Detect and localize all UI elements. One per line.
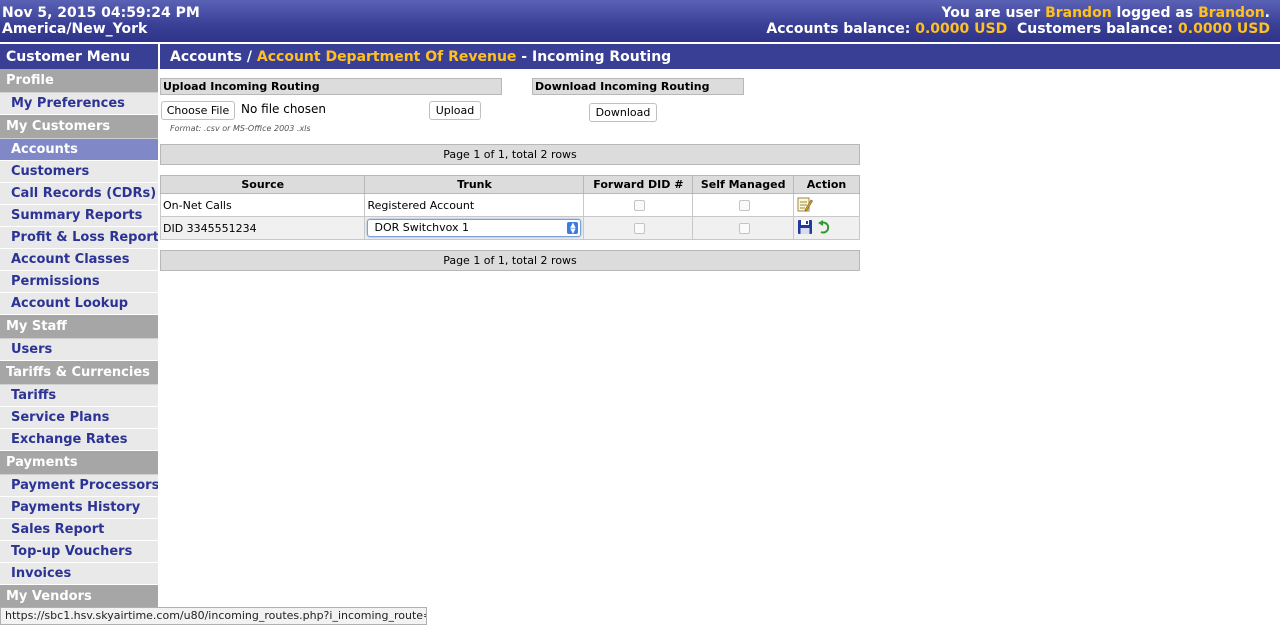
top-bar: Nov 5, 2015 04:59:24 PM America/New_York… xyxy=(0,0,1280,42)
breadcrumb-account-link[interactable]: Account Department Of Revenue xyxy=(257,49,517,65)
sidebar-item-summary-reports[interactable]: Summary Reports xyxy=(0,205,158,227)
accounts-balance-value: 0.0000 USD xyxy=(915,21,1008,37)
col-header-forward-did: Forward DID # xyxy=(583,175,694,194)
sidebar-item-my-preferences[interactable]: My Preferences xyxy=(0,93,158,115)
choose-file-button[interactable]: Choose File xyxy=(161,101,235,120)
forward-did-checkbox[interactable] xyxy=(633,223,645,234)
select-arrows-icon: ▲ ▼ xyxy=(567,222,579,235)
sidebar-section-my-vendors: My Vendors xyxy=(0,585,158,609)
sidebar-item-exchange-rates[interactable]: Exchange Rates xyxy=(0,429,158,451)
sidebar-item-invoices[interactable]: Invoices xyxy=(0,563,158,585)
cell-action xyxy=(793,216,860,240)
table-header-row: Source Trunk Forward DID # Self Managed … xyxy=(159,175,860,194)
self-managed-checkbox[interactable] xyxy=(738,223,750,234)
logged-user-name: Brandon xyxy=(1198,5,1265,21)
forward-did-checkbox[interactable] xyxy=(633,200,645,211)
self-managed-checkbox[interactable] xyxy=(738,200,750,211)
user-info-block: You are user Brandon logged as Brandon. … xyxy=(766,5,1270,37)
sidebar-section-payments: Payments xyxy=(0,451,158,475)
user-name: Brandon xyxy=(1045,5,1112,21)
cell-forward-did xyxy=(583,193,694,217)
sidebar-item-sales-report[interactable]: Sales Report xyxy=(0,519,158,541)
table-row: On-Net Calls Registered Account xyxy=(159,193,860,217)
sidebar-item-payment-processors[interactable]: Payment Processors xyxy=(0,475,158,497)
sidebar-item-permissions[interactable]: Permissions xyxy=(0,271,158,293)
format-hint: Format: .csv or MS-Office 2003 .xls xyxy=(170,124,311,133)
sidebar-section-tariffs: Tariffs & Currencies xyxy=(0,361,158,385)
cell-trunk: DOR Switchvox 1 ▲ ▼ xyxy=(364,216,585,240)
cell-forward-did xyxy=(583,216,694,240)
sidebar-item-account-lookup[interactable]: Account Lookup xyxy=(0,293,158,315)
sidebar-item-tariffs[interactable]: Tariffs xyxy=(0,385,158,407)
browser-status-url: https://sbc1.hsv.skyairtime.com/u80/inco… xyxy=(0,607,427,625)
pager-bottom: Page 1 of 1, total 2 rows xyxy=(160,250,860,271)
timezone: America/New_York xyxy=(2,21,148,37)
table-row: DID 3345551234 DOR Switchvox 1 ▲ ▼ xyxy=(159,216,860,240)
sidebar-section-profile: Profile xyxy=(0,69,158,93)
sidebar-item-call-records[interactable]: Call Records (CDRs) xyxy=(0,183,158,205)
routing-table: Source Trunk Forward DID # Self Managed … xyxy=(159,175,860,240)
user-line: You are user Brandon logged as Brandon. xyxy=(766,5,1270,21)
cell-source: DID 3345551234 xyxy=(159,216,366,240)
logged-as-text: logged as xyxy=(1111,5,1199,21)
sidebar-item-payments-history[interactable]: Payments History xyxy=(0,497,158,519)
customers-balance-label: Customers balance: xyxy=(1016,21,1179,37)
download-button[interactable]: Download xyxy=(589,103,657,122)
col-header-self-managed: Self Managed xyxy=(692,175,795,194)
sidebar-item-users[interactable]: Users xyxy=(0,339,158,361)
current-datetime: Nov 5, 2015 04:59:24 PM xyxy=(2,5,200,21)
sidebar-item-accounts[interactable]: Accounts xyxy=(0,139,158,161)
page-header: Accounts / Account Department Of Revenue… xyxy=(160,44,1280,69)
download-section-title: Download Incoming Routing xyxy=(532,78,744,95)
sidebar-item-service-plans[interactable]: Service Plans xyxy=(0,407,158,429)
page-title: - Incoming Routing xyxy=(516,49,672,65)
sidebar: Customer Menu Profile My Preferences My … xyxy=(0,44,158,625)
upload-button[interactable]: Upload xyxy=(429,101,481,120)
cell-action xyxy=(793,193,860,217)
customers-balance-value: 0.0000 USD xyxy=(1178,21,1270,37)
trunk-select-value: DOR Switchvox 1 xyxy=(374,221,470,234)
period: . xyxy=(1264,5,1270,21)
upload-section-title: Upload Incoming Routing xyxy=(160,78,502,95)
edit-icon[interactable] xyxy=(797,196,813,215)
trunk-select[interactable]: DOR Switchvox 1 ▲ ▼ xyxy=(367,219,582,237)
cell-self-managed xyxy=(692,216,795,240)
sidebar-section-my-customers: My Customers xyxy=(0,115,158,139)
cell-self-managed xyxy=(692,193,795,217)
datetime-block: Nov 5, 2015 04:59:24 PM America/New_York xyxy=(2,5,200,37)
col-header-trunk: Trunk xyxy=(364,175,585,194)
breadcrumb-separator: / xyxy=(242,49,257,65)
sidebar-title: Customer Menu xyxy=(0,44,158,69)
sidebar-item-topup-vouchers[interactable]: Top-up Vouchers xyxy=(0,541,158,563)
sidebar-item-customers[interactable]: Customers xyxy=(0,161,158,183)
pager-top: Page 1 of 1, total 2 rows xyxy=(160,144,860,165)
cell-source: On-Net Calls xyxy=(159,193,366,217)
col-header-source: Source xyxy=(159,175,366,194)
user-prefix: You are user xyxy=(941,5,1046,21)
save-icon[interactable] xyxy=(797,219,813,238)
col-header-action: Action xyxy=(793,175,860,194)
sidebar-item-account-classes[interactable]: Account Classes xyxy=(0,249,158,271)
breadcrumb-accounts[interactable]: Accounts xyxy=(170,49,242,65)
sidebar-item-profit-loss[interactable]: Profit & Loss Report xyxy=(0,227,158,249)
undo-icon[interactable] xyxy=(817,219,831,238)
sidebar-section-my-staff: My Staff xyxy=(0,315,158,339)
balance-line: Accounts balance: 0.0000 USD Customers b… xyxy=(766,21,1270,37)
cell-trunk: Registered Account xyxy=(364,193,585,217)
accounts-balance-label: Accounts balance: xyxy=(766,21,916,37)
file-chosen-label: No file chosen xyxy=(241,102,327,116)
